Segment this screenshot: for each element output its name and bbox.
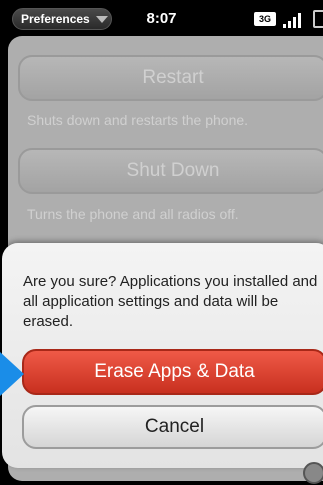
erase-button-label: Erase Apps & Data — [94, 361, 255, 382]
dialog-message: Are you sure? Applications you installed… — [23, 273, 318, 330]
cancel-button[interactable]: Cancel — [22, 405, 323, 449]
shutdown-button[interactable]: Shut Down — [18, 148, 323, 194]
status-bar: Preferences 8:07 3G — [0, 0, 323, 38]
restart-button-label: Restart — [142, 67, 204, 88]
signal-bars-icon — [283, 13, 301, 28]
restart-description: Shuts down and restarts the phone. — [27, 112, 249, 128]
cancel-button-label: Cancel — [144, 416, 205, 437]
arrow-pointer-icon — [0, 352, 24, 396]
battery-icon — [313, 10, 323, 28]
notification-icon[interactable] — [303, 462, 323, 484]
network-badge: 3G — [254, 12, 276, 26]
shutdown-description: Turns the phone and all radios off. — [27, 206, 239, 222]
erase-apps-data-button[interactable]: Erase Apps & Data — [22, 349, 323, 395]
restart-button[interactable]: Restart — [18, 55, 323, 101]
shutdown-button-label: Shut Down — [126, 160, 220, 181]
